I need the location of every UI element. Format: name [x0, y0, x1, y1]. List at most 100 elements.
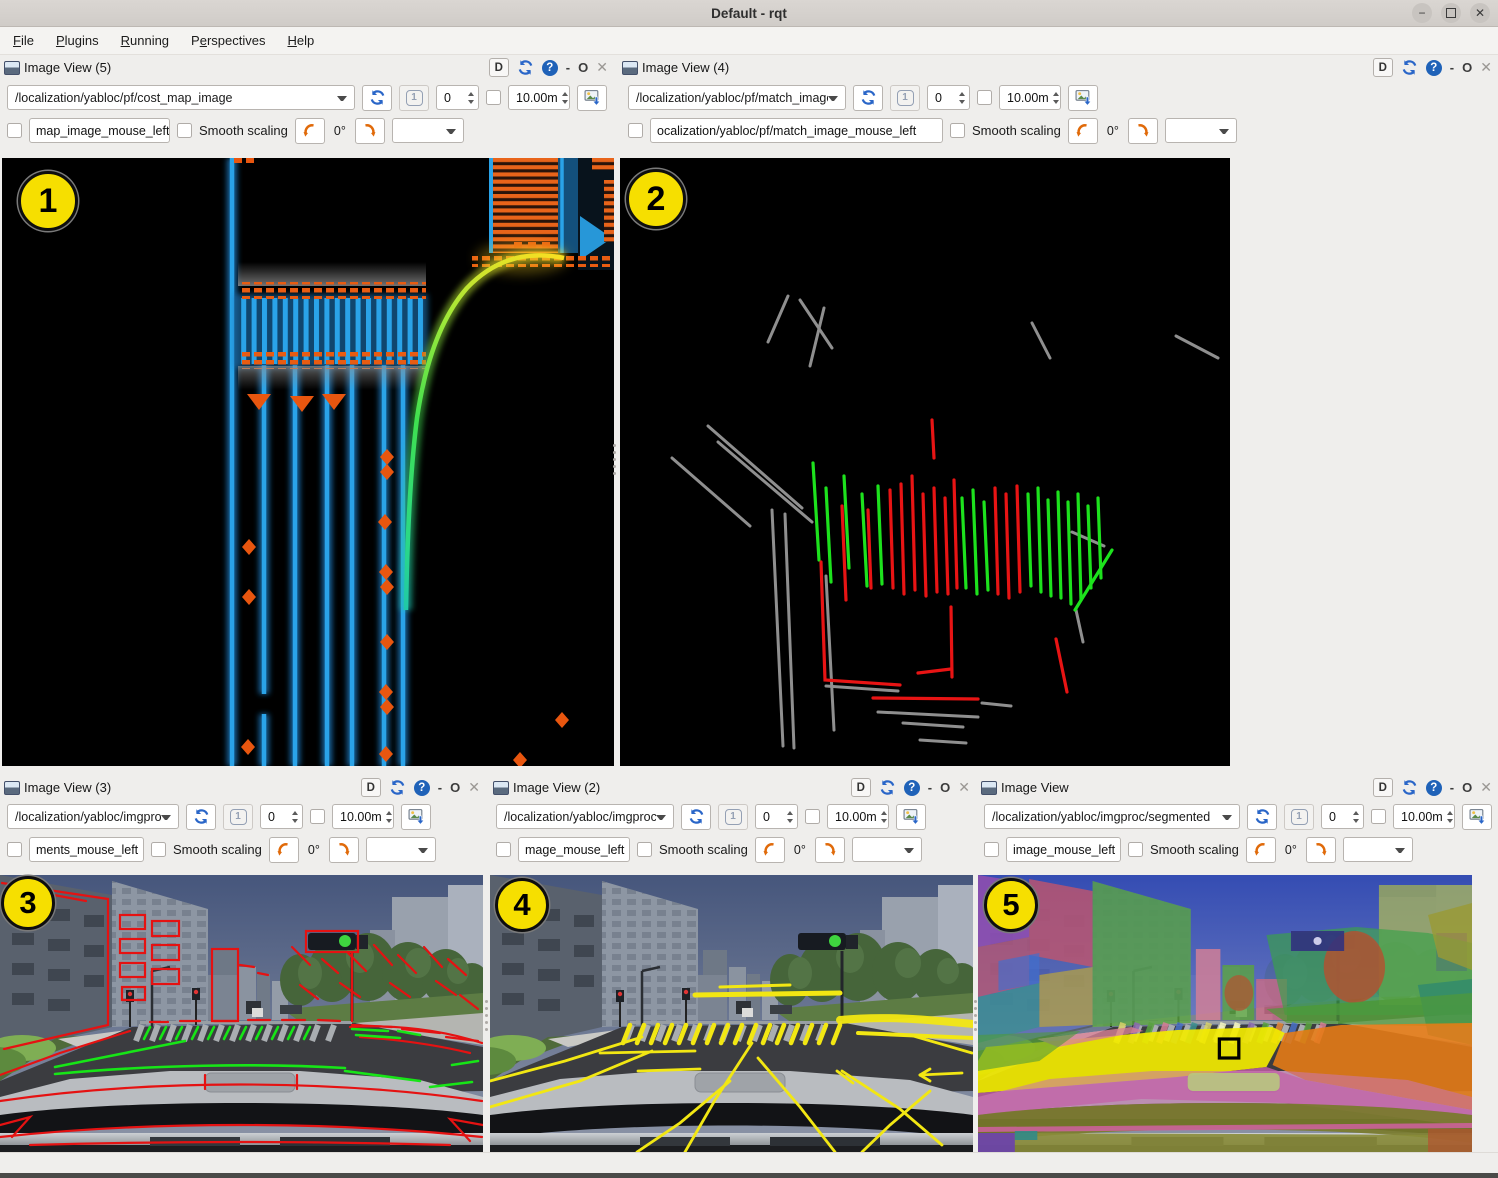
- dynamic-range-checkbox[interactable]: [977, 90, 992, 105]
- rotate-left-button[interactable]: [755, 837, 785, 863]
- reload-icon[interactable]: [389, 779, 406, 796]
- segmented-image-canvas[interactable]: [978, 875, 1472, 1152]
- rotate-right-button[interactable]: [1306, 837, 1336, 863]
- publish-click-checkbox[interactable]: [7, 842, 22, 857]
- rotation-combobox[interactable]: [852, 837, 922, 862]
- rotate-right-button[interactable]: [1128, 118, 1158, 144]
- smooth-scaling-checkbox[interactable]: [637, 842, 652, 857]
- refresh-topics-button[interactable]: [681, 804, 711, 830]
- rotate-right-button[interactable]: [329, 837, 359, 863]
- window-maximize-button[interactable]: [1441, 3, 1461, 23]
- dock-button[interactable]: D: [1373, 58, 1393, 77]
- frame-spinbox[interactable]: 0: [927, 85, 970, 110]
- once-button[interactable]: 1: [223, 804, 253, 830]
- smooth-scaling-checkbox[interactable]: [950, 123, 965, 138]
- splitter-handle[interactable]: [485, 1000, 488, 1031]
- menu-running[interactable]: Running: [110, 27, 180, 54]
- panel-header[interactable]: Image View (5) D ? - O ✕: [0, 57, 614, 78]
- refresh-topics-button[interactable]: [853, 85, 883, 111]
- save-image-button[interactable]: [1068, 85, 1098, 111]
- publish-click-checkbox[interactable]: [628, 123, 643, 138]
- help-icon[interactable]: ?: [904, 780, 920, 796]
- topic-combobox[interactable]: /localization/yabloc/imgproc/lane: [496, 804, 674, 829]
- smooth-scaling-checkbox[interactable]: [177, 123, 192, 138]
- window-minimize-button[interactable]: −: [1412, 3, 1432, 23]
- max-range-spinbox[interactable]: 10.00m: [827, 804, 889, 829]
- panel-header[interactable]: Image View (2) D ? - O ✕: [489, 777, 976, 798]
- dock-minimize-button[interactable]: -: [1450, 780, 1454, 795]
- dock-minimize-button[interactable]: -: [928, 780, 932, 795]
- splitter-handle[interactable]: [613, 444, 616, 475]
- rotate-right-button[interactable]: [355, 118, 385, 144]
- rotation-combobox[interactable]: [1343, 837, 1413, 862]
- once-button[interactable]: 1: [1284, 804, 1314, 830]
- splitter-handle[interactable]: [974, 1000, 977, 1031]
- publish-click-checkbox[interactable]: [984, 842, 999, 857]
- publish-click-checkbox[interactable]: [7, 123, 22, 138]
- menu-plugins[interactable]: Plugins: [45, 27, 110, 54]
- menu-help[interactable]: Help: [276, 27, 325, 54]
- mouse-topic-field[interactable]: map_image_mouse_left: [29, 118, 170, 143]
- rotation-combobox[interactable]: [392, 118, 464, 143]
- refresh-topics-button[interactable]: [186, 804, 216, 830]
- max-range-spinbox[interactable]: 10.00m: [1393, 804, 1455, 829]
- rotate-left-button[interactable]: [269, 837, 299, 863]
- help-icon[interactable]: ?: [414, 780, 430, 796]
- save-image-button[interactable]: [1462, 804, 1492, 830]
- dock-close-button[interactable]: ✕: [468, 779, 480, 796]
- refresh-topics-button[interactable]: [362, 85, 392, 111]
- dock-float-button[interactable]: O: [1462, 780, 1472, 795]
- dock-float-button[interactable]: O: [940, 780, 950, 795]
- dock-float-button[interactable]: O: [578, 60, 588, 75]
- topic-combobox[interactable]: /localization/yabloc/imgproc/ima: [7, 804, 179, 829]
- dock-close-button[interactable]: ✕: [1480, 59, 1492, 76]
- rotate-left-button[interactable]: [1068, 118, 1098, 144]
- refresh-topics-button[interactable]: [1247, 804, 1277, 830]
- frame-spinbox[interactable]: 0: [260, 804, 303, 829]
- edge-image-canvas[interactable]: [0, 875, 483, 1152]
- once-button[interactable]: 1: [890, 85, 920, 111]
- help-icon[interactable]: ?: [1426, 780, 1442, 796]
- panel-header[interactable]: Image View D ? - O ✕: [977, 777, 1498, 798]
- help-icon[interactable]: ?: [1426, 60, 1442, 76]
- rotation-combobox[interactable]: [1165, 118, 1237, 143]
- dynamic-range-checkbox[interactable]: [1371, 809, 1386, 824]
- dynamic-range-checkbox[interactable]: [310, 809, 325, 824]
- window-close-button[interactable]: ✕: [1470, 3, 1490, 23]
- window-titlebar[interactable]: Default - rqt − ✕: [0, 0, 1498, 27]
- rotation-combobox[interactable]: [366, 837, 436, 862]
- publish-click-checkbox[interactable]: [496, 842, 511, 857]
- dock-close-button[interactable]: ✕: [1480, 779, 1492, 796]
- dock-button[interactable]: D: [1373, 778, 1393, 797]
- cost-map-image-canvas[interactable]: [2, 158, 614, 766]
- save-image-button[interactable]: [401, 804, 431, 830]
- once-button[interactable]: 1: [399, 85, 429, 111]
- mouse-topic-field[interactable]: ments_mouse_left: [29, 837, 144, 862]
- dock-button[interactable]: D: [851, 778, 871, 797]
- dock-minimize-button[interactable]: -: [566, 60, 570, 75]
- max-range-spinbox[interactable]: 10.00m: [999, 85, 1061, 110]
- dock-minimize-button[interactable]: -: [438, 780, 442, 795]
- panel-header[interactable]: Image View (3) D ? - O ✕: [0, 777, 486, 798]
- menu-file[interactable]: File: [2, 27, 45, 54]
- mouse-topic-field[interactable]: image_mouse_left: [1006, 837, 1121, 862]
- reload-icon[interactable]: [517, 59, 534, 76]
- dynamic-range-checkbox[interactable]: [805, 809, 820, 824]
- help-icon[interactable]: ?: [542, 60, 558, 76]
- topic-combobox[interactable]: /localization/yabloc/pf/match_image: [628, 85, 846, 110]
- once-button[interactable]: 1: [718, 804, 748, 830]
- mouse-topic-field[interactable]: mage_mouse_left: [518, 837, 630, 862]
- dynamic-range-checkbox[interactable]: [486, 90, 501, 105]
- topic-combobox[interactable]: /localization/yabloc/imgproc/segmented: [984, 804, 1240, 829]
- max-range-spinbox[interactable]: 10.00m: [508, 85, 570, 110]
- dock-button[interactable]: D: [361, 778, 381, 797]
- save-image-button[interactable]: [896, 804, 926, 830]
- frame-spinbox[interactable]: 0: [436, 85, 479, 110]
- reload-icon[interactable]: [1401, 779, 1418, 796]
- rotate-right-button[interactable]: [815, 837, 845, 863]
- max-range-spinbox[interactable]: 10.00m: [332, 804, 394, 829]
- reload-icon[interactable]: [879, 779, 896, 796]
- smooth-scaling-checkbox[interactable]: [1128, 842, 1143, 857]
- menu-perspectives[interactable]: Perspectives: [180, 27, 276, 54]
- dock-button[interactable]: D: [489, 58, 509, 77]
